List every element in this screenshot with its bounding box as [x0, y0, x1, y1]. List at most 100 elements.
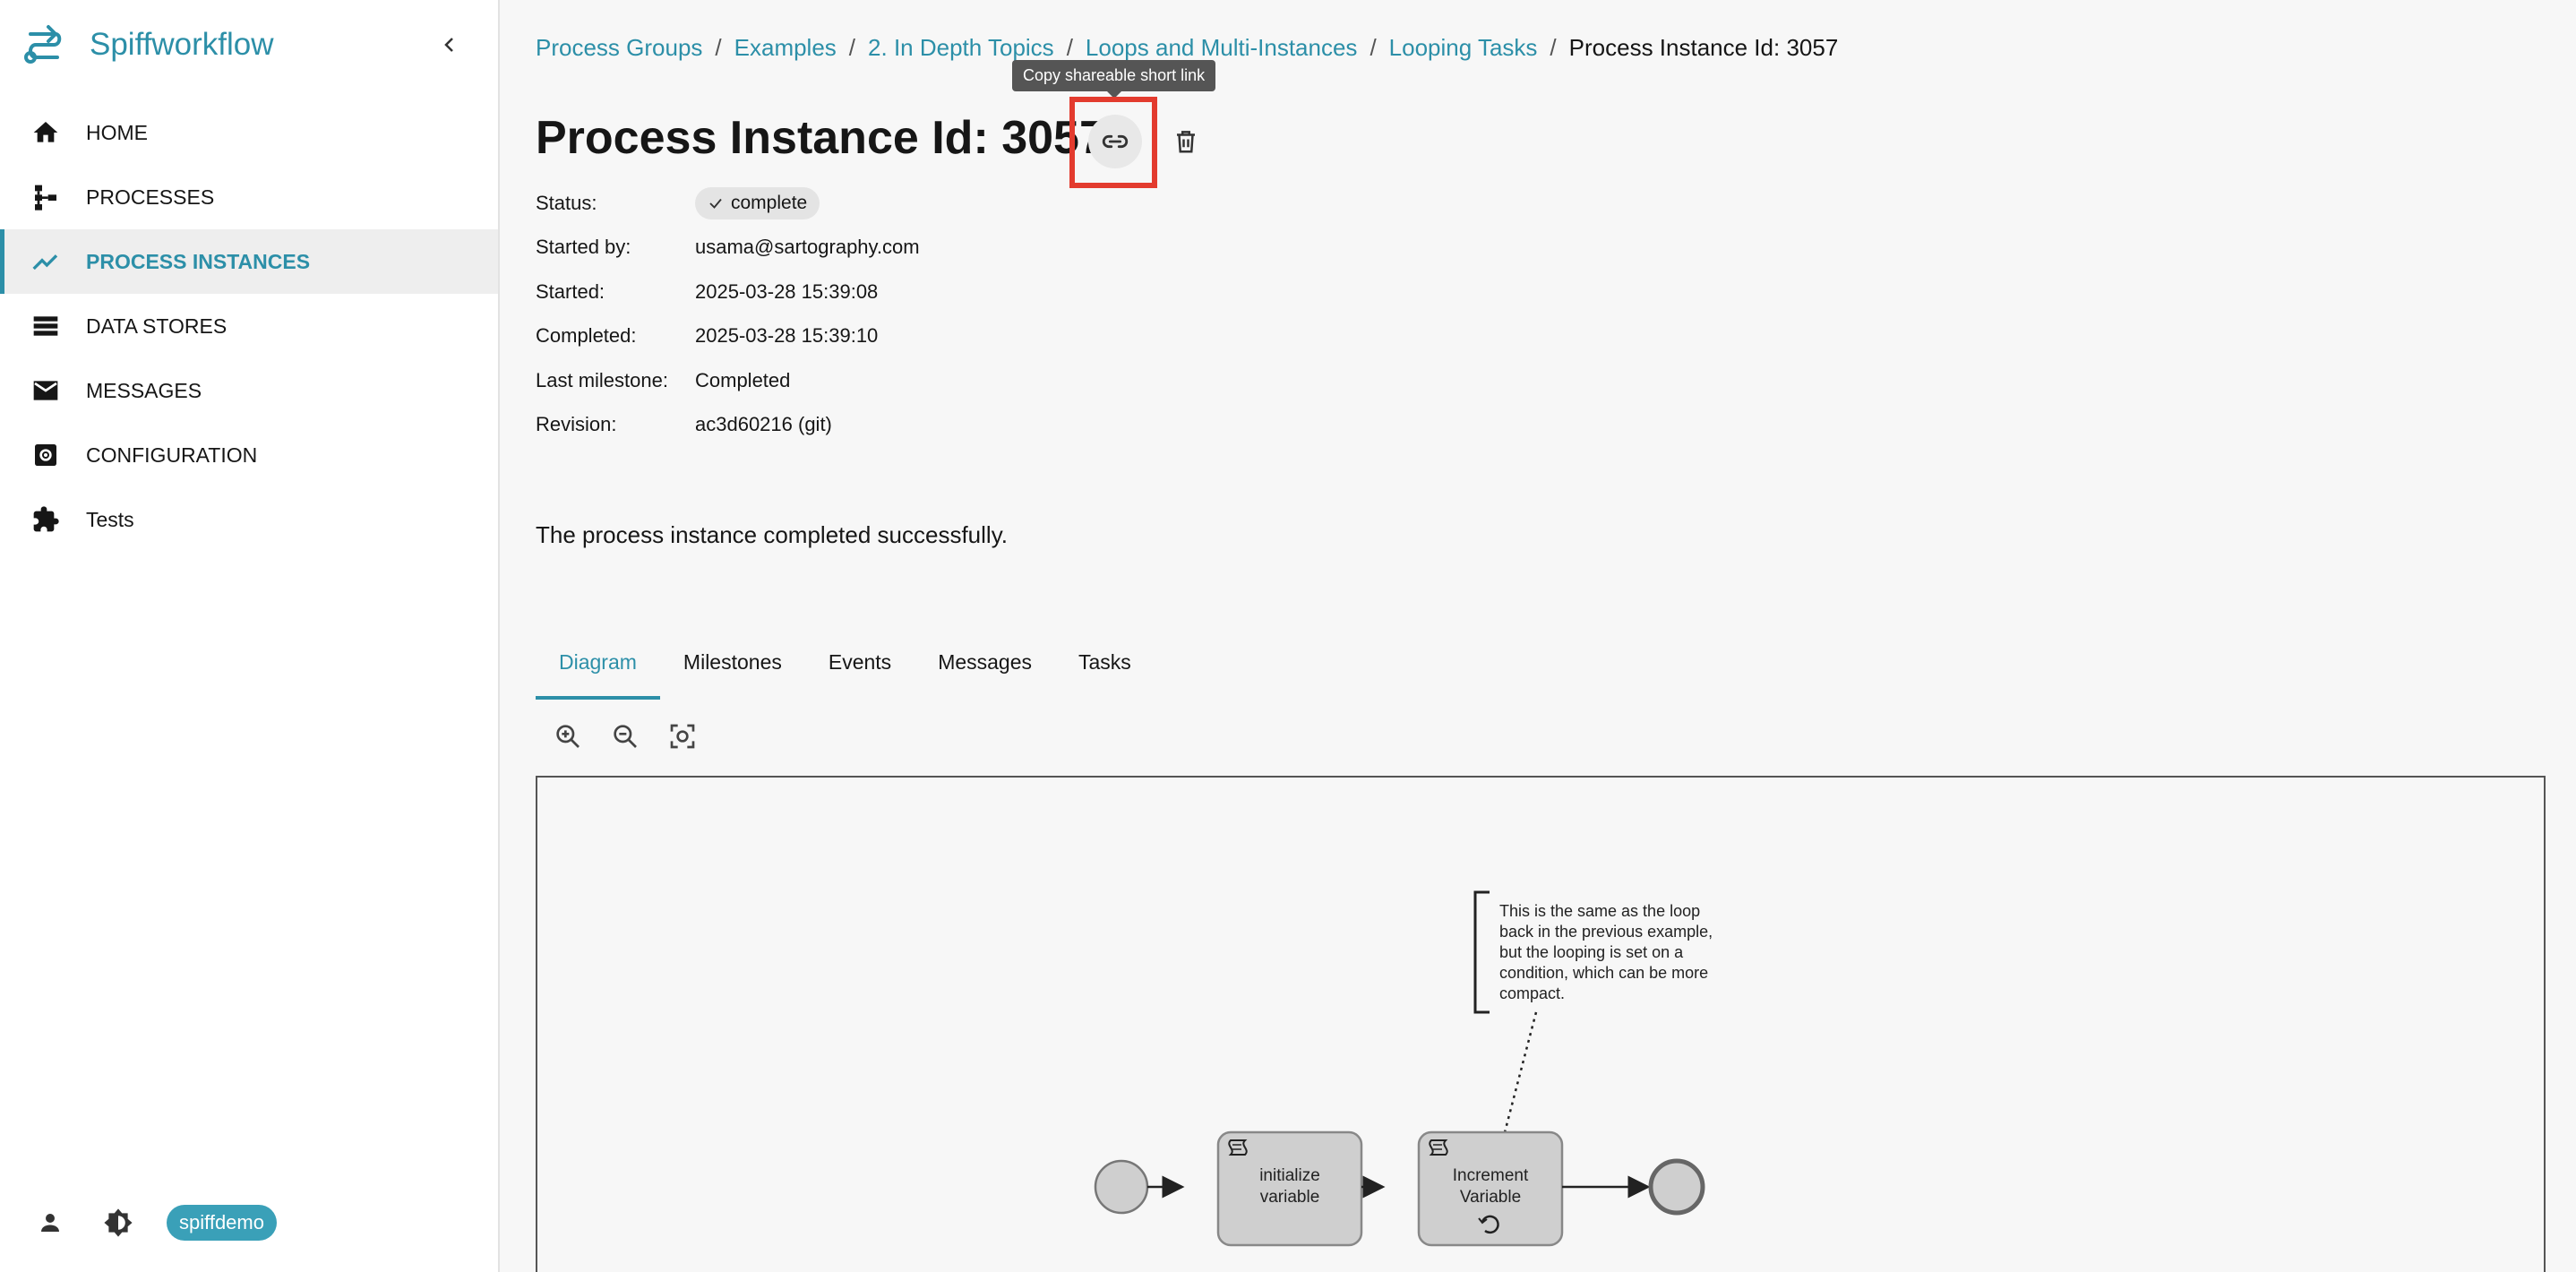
- breadcrumb-separator: /: [1550, 34, 1557, 61]
- collapse-sidebar-button[interactable]: [430, 25, 469, 64]
- storage-icon: [30, 311, 61, 341]
- sidebar-item-label: Tests: [86, 507, 134, 531]
- breadcrumb-link[interactable]: Looping Tasks: [1389, 34, 1538, 62]
- zoom-in-icon: [556, 725, 580, 748]
- meta-row-started: Started: 2025-03-28 15:39:08: [536, 270, 920, 314]
- sidebar-item-processes[interactable]: PROCESSES: [0, 165, 498, 229]
- meta-label: Completed:: [536, 324, 637, 348]
- meta-value: usama@sartography.com: [695, 236, 920, 259]
- chevron-left-icon: [444, 38, 453, 52]
- sidebar-nav: HOME PROCESSES PROCESS INSTANCES DATA ST…: [0, 100, 498, 552]
- completion-message: The process instance completed successfu…: [536, 521, 1008, 548]
- meta-label: Started by:: [536, 236, 631, 259]
- breadcrumb-link[interactable]: 2. In Depth Topics: [868, 34, 1054, 62]
- zoom-out-icon: [614, 725, 637, 748]
- sidebar-item-data-stores[interactable]: DATA STORES: [0, 294, 498, 358]
- meta-label: Last milestone:: [536, 368, 668, 391]
- meta-value: Completed: [695, 368, 791, 391]
- tab-milestones[interactable]: Milestones: [660, 638, 805, 700]
- zoom-in-button[interactable]: [548, 717, 588, 756]
- sidebar-item-label: HOME: [86, 120, 148, 144]
- meta-value: 2025-03-28 15:39:10: [695, 324, 879, 348]
- fit-view-icon: [670, 724, 695, 749]
- sidebar: Spiffworkflow HOME PROCESSES PROCESS INS…: [0, 0, 500, 1272]
- home-icon: [30, 117, 61, 148]
- meta-label: Status:: [536, 191, 597, 214]
- diagram-toolbar: [548, 717, 720, 756]
- breadcrumb-link[interactable]: Loops and Multi-Instances: [1086, 34, 1358, 62]
- task-label-line: Increment: [1453, 1166, 1529, 1185]
- sidebar-item-home[interactable]: HOME: [0, 100, 498, 165]
- sidebar-item-label: MESSAGES: [86, 378, 202, 402]
- sidebar-item-messages[interactable]: MESSAGES: [0, 358, 498, 423]
- breadcrumb-separator: /: [1066, 34, 1073, 61]
- tab-tasks[interactable]: Tasks: [1055, 638, 1155, 700]
- delete-button[interactable]: [1166, 122, 1206, 161]
- app-name: Spiffworkflow: [90, 27, 274, 62]
- meta-value: ac3d60216 (git): [695, 413, 832, 436]
- association-line: [1503, 1011, 1538, 1133]
- breadcrumb-current: Process Instance Id: 3057: [1568, 34, 1839, 61]
- page-title: Process Instance Id: 3057: [536, 112, 1105, 164]
- sidebar-footer: spiffdemo: [32, 1205, 277, 1241]
- meta-row-milestone: Last milestone: Completed: [536, 358, 920, 403]
- sidebar-item-label: DATA STORES: [86, 314, 228, 338]
- meta-row-started-by: Started by: usama@sartography.com: [536, 226, 920, 271]
- tab-bar: Diagram Milestones Events Messages Tasks: [536, 638, 1155, 701]
- task-increment-variable[interactable]: Increment Variable: [1417, 1130, 1564, 1247]
- fit-view-button[interactable]: [663, 717, 702, 756]
- user-badge[interactable]: spiffdemo: [167, 1205, 277, 1241]
- end-event[interactable]: [1648, 1158, 1705, 1216]
- tab-events[interactable]: Events: [805, 638, 914, 700]
- annotation-line: compact.: [1499, 984, 1565, 1002]
- main-content: Process Groups / Examples / 2. In Depth …: [502, 0, 2576, 1272]
- link-icon: [1102, 134, 1129, 149]
- task-label-line: Variable: [1460, 1188, 1521, 1207]
- bpmn-diagram-canvas[interactable]: This is the same as the loop back in the…: [536, 776, 2546, 1272]
- sidebar-item-label: PROCESSES: [86, 185, 215, 209]
- spiffworkflow-logo-icon: [24, 25, 62, 64]
- start-event[interactable]: [1094, 1159, 1149, 1215]
- breadcrumb-link[interactable]: Process Groups: [536, 34, 702, 62]
- sidebar-item-configuration[interactable]: CONFIGURATION: [0, 423, 498, 487]
- breadcrumb-separator: /: [715, 34, 722, 61]
- theme-toggle-icon[interactable]: [100, 1205, 136, 1241]
- meta-label: Revision:: [536, 413, 617, 436]
- settings-icon: [30, 440, 61, 470]
- copy-link-button[interactable]: [1088, 115, 1142, 168]
- status-badge: complete: [695, 186, 820, 219]
- meta-row-completed: Completed: 2025-03-28 15:39:10: [536, 314, 920, 359]
- breadcrumb-link[interactable]: Examples: [734, 34, 837, 62]
- breadcrumb: Process Groups / Examples / 2. In Depth …: [536, 34, 1838, 62]
- status-text: complete: [731, 192, 808, 213]
- sidebar-item-tests[interactable]: Tests: [0, 487, 498, 552]
- meta-row-revision: Revision: ac3d60216 (git): [536, 403, 920, 448]
- annotation-line: but the looping is set on a: [1499, 943, 1684, 961]
- annotation-line: condition, which can be more: [1499, 964, 1708, 982]
- puzzle-icon: [30, 504, 61, 535]
- annotation-line: back in the previous example,: [1499, 923, 1713, 941]
- tab-messages[interactable]: Messages: [914, 638, 1055, 700]
- trending-up-icon: [30, 246, 61, 277]
- brand[interactable]: Spiffworkflow: [21, 21, 274, 68]
- tab-diagram[interactable]: Diagram: [536, 638, 660, 700]
- text-annotation[interactable]: This is the same as the loop back in the…: [1473, 890, 1713, 1014]
- bpmn-diagram: This is the same as the loop back in the…: [1094, 890, 1713, 1247]
- annotation-line: This is the same as the loop: [1499, 902, 1700, 920]
- breadcrumb-separator: /: [1370, 34, 1377, 61]
- tooltip: Copy shareable short link: [1012, 60, 1216, 99]
- trash-icon: [1177, 131, 1195, 153]
- sidebar-item-label: PROCESS INSTANCES: [86, 249, 311, 273]
- meta-label: Started:: [536, 279, 605, 303]
- task-initialize-variable[interactable]: initialize variable: [1216, 1130, 1363, 1247]
- mail-icon: [30, 375, 61, 406]
- sidebar-item-label: CONFIGURATION: [86, 443, 258, 467]
- breadcrumb-separator: /: [848, 34, 856, 61]
- process-tree-icon: [30, 182, 61, 212]
- check-icon: [709, 198, 722, 209]
- sidebar-item-process-instances[interactable]: PROCESS INSTANCES: [0, 229, 498, 294]
- instance-metadata: Status: complete Started by: usama@sarto…: [536, 181, 920, 447]
- meta-value: 2025-03-28 15:39:08: [695, 279, 879, 303]
- user-icon[interactable]: [32, 1205, 68, 1241]
- zoom-out-button[interactable]: [605, 717, 645, 756]
